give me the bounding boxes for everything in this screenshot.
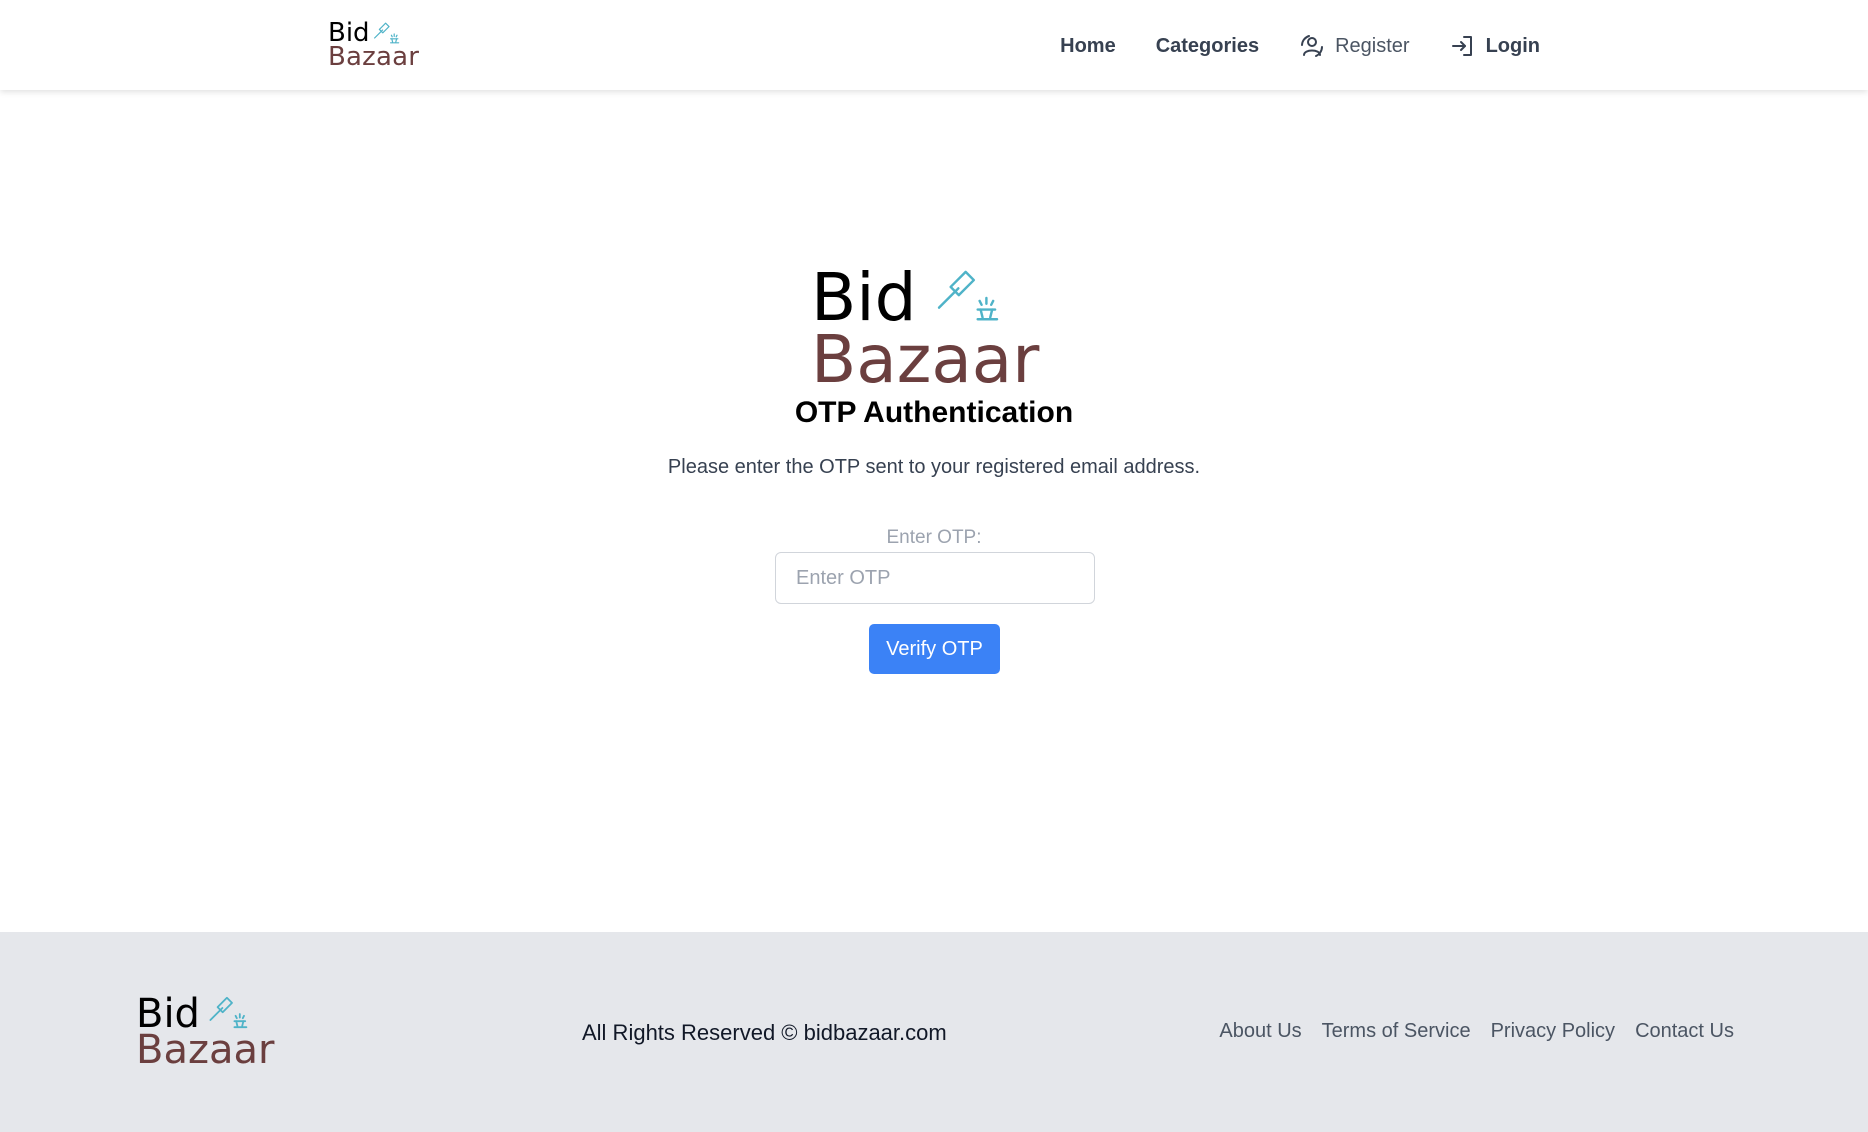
otp-page-main: Bid Bazaar OTP Authentication Please ent… <box>0 90 1868 932</box>
brand-name-bazaar: Bazaar <box>811 321 1040 398</box>
nav-login-label: Login <box>1485 34 1540 57</box>
page-title: OTP Authentication <box>794 396 1074 429</box>
nav-home-link[interactable]: Home <box>1060 35 1116 58</box>
nav-login-link[interactable]: Login <box>1450 33 1540 59</box>
brand-name-bazaar: Bazaar <box>328 42 420 72</box>
verify-otp-button[interactable]: Verify OTP <box>869 624 1000 674</box>
footer-brand-logo: Bid Bazaar <box>136 994 274 1070</box>
nav-register-link[interactable]: Register <box>1299 33 1410 59</box>
otp-field-label: Enter OTP: <box>886 527 982 548</box>
page-subtitle: Please enter the OTP sent to your regist… <box>667 456 1201 478</box>
otp-input[interactable] <box>775 552 1095 604</box>
footer-link-terms[interactable]: Terms of Service <box>1322 1020 1471 1043</box>
gavel-icon <box>374 22 400 44</box>
main-nav: Home Categories Register Login <box>1020 28 1540 64</box>
copyright-text: All Rights Reserved © bidbazaar.com <box>582 1020 947 1045</box>
gavel-icon <box>209 996 248 1029</box>
top-navbar: Bid Bazaar Home Categories Register Logi… <box>0 0 1868 90</box>
brand-name-bazaar: Bazaar <box>136 1027 275 1073</box>
footer-links: About Us Terms of Service Privacy Policy… <box>1199 1020 1734 1043</box>
nav-register-label: Register <box>1335 34 1410 57</box>
footer-link-about-us[interactable]: About Us <box>1219 1020 1301 1043</box>
footer-link-contact[interactable]: Contact Us <box>1635 1020 1734 1043</box>
user-plus-icon <box>1301 35 1324 57</box>
login-icon <box>1451 36 1472 56</box>
nav-categories-link[interactable]: Categories <box>1156 35 1259 58</box>
brand-logo[interactable]: Bid Bazaar <box>328 20 419 70</box>
page-footer: Bid Bazaar All Rights Reserved © bidbaza… <box>0 932 1868 1132</box>
gavel-icon <box>937 270 999 321</box>
brand-logo-large: Bid Bazaar <box>811 265 1039 393</box>
footer-link-privacy[interactable]: Privacy Policy <box>1491 1020 1615 1043</box>
